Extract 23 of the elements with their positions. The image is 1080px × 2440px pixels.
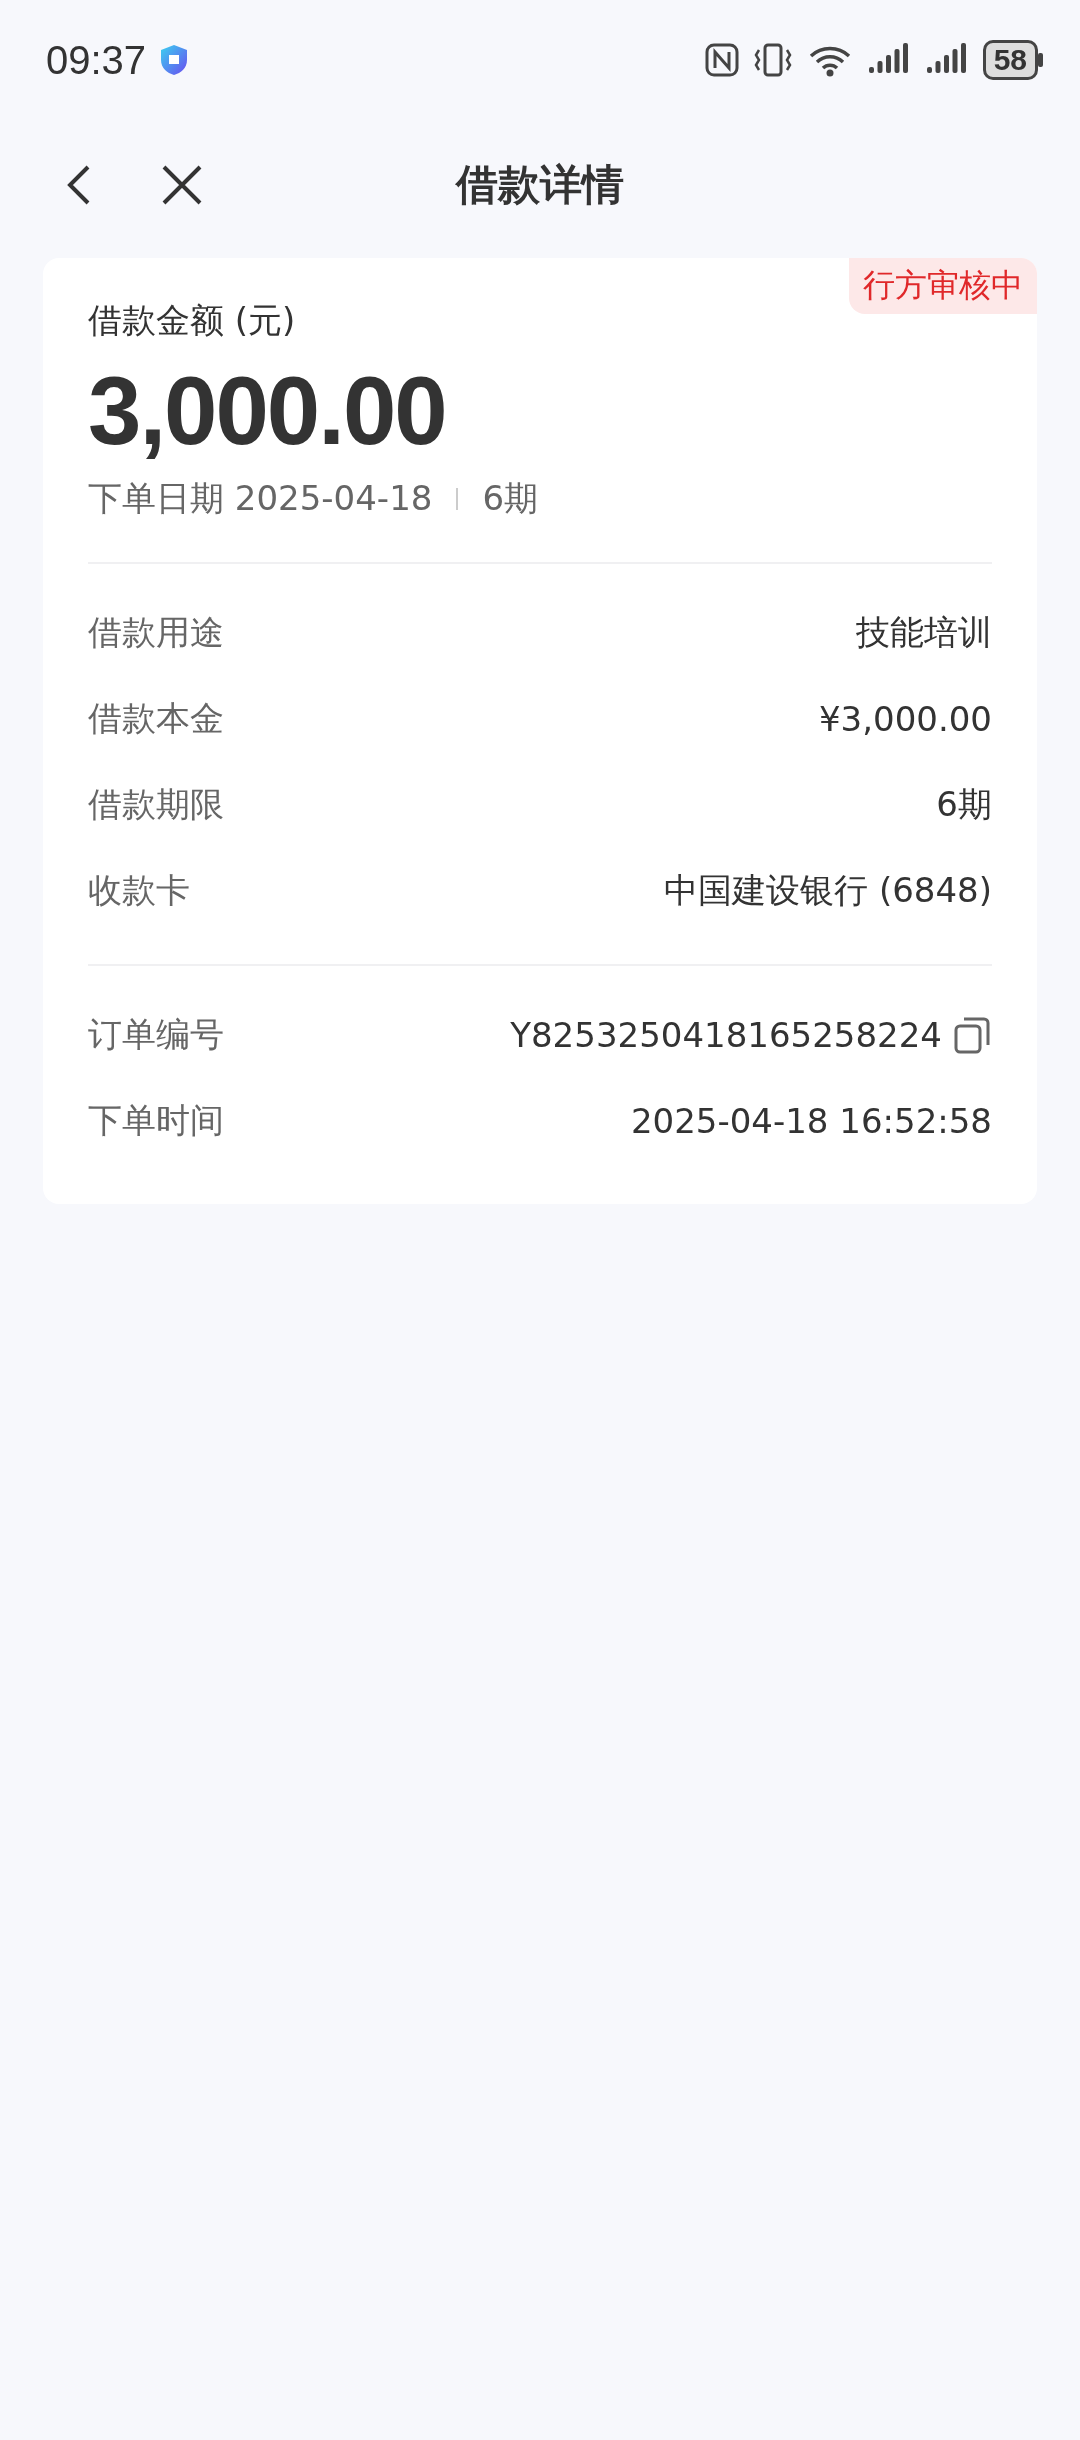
detail-label: 下单时间 [88, 1099, 224, 1142]
detail-label: 借款期限 [88, 783, 224, 826]
page-title: 借款详情 [456, 159, 624, 211]
detail-value: 中国建设银行 (6848) [664, 869, 992, 912]
loan-amount: 3,000.00 [88, 356, 447, 466]
detail-label: 借款用途 [88, 611, 224, 654]
loan-term: 6期 [482, 477, 539, 520]
order-date: 下单日期 2025-04-18 [88, 477, 433, 520]
amount-label: 借款金额 (元) [88, 299, 297, 342]
copy-icon[interactable] [952, 1015, 992, 1055]
detail-value: Y8253250418165258224 [510, 1015, 942, 1055]
detail-value: ¥3,000.00 [818, 699, 992, 739]
detail-label: 订单编号 [88, 1013, 224, 1056]
close-button[interactable] [160, 163, 204, 207]
detail-label: 借款本金 [88, 697, 224, 740]
status-badge: 行方审核中 [849, 258, 1037, 314]
vibrate-icon [752, 42, 793, 78]
status-time: 09:37 [46, 37, 147, 83]
detail-label: 收款卡 [88, 869, 190, 912]
detail-value: 2025-04-18 16:52:58 [630, 1101, 992, 1141]
nfc-icon [704, 43, 739, 77]
detail-value: 技能培训 [856, 611, 992, 654]
detail-value: 6期 [936, 783, 992, 826]
